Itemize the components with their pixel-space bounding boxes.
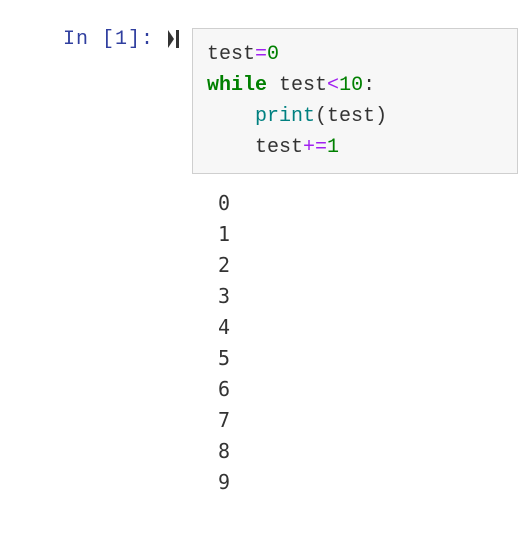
output-line: 8 <box>218 436 492 467</box>
output-line: 6 <box>218 374 492 405</box>
prompt-area: In [1]: <box>0 28 192 498</box>
notebook-cell: In [1]: test=0 while test<10: print(test… <box>0 0 518 498</box>
output-line: 1 <box>218 219 492 250</box>
output-line: 5 <box>218 343 492 374</box>
output-line: 3 <box>218 281 492 312</box>
execution-prompt: In [1]: <box>63 28 154 51</box>
output-line: 0 <box>218 188 492 219</box>
cell-content: test=0 while test<10: print(test) test+=… <box>192 28 518 498</box>
code-input[interactable]: test=0 while test<10: print(test) test+=… <box>192 28 518 174</box>
run-cell-icon[interactable] <box>168 30 184 48</box>
output-line: 4 <box>218 312 492 343</box>
cell-output: 0123456789 <box>192 174 518 498</box>
output-line: 9 <box>218 467 492 498</box>
output-line: 7 <box>218 405 492 436</box>
output-line: 2 <box>218 250 492 281</box>
